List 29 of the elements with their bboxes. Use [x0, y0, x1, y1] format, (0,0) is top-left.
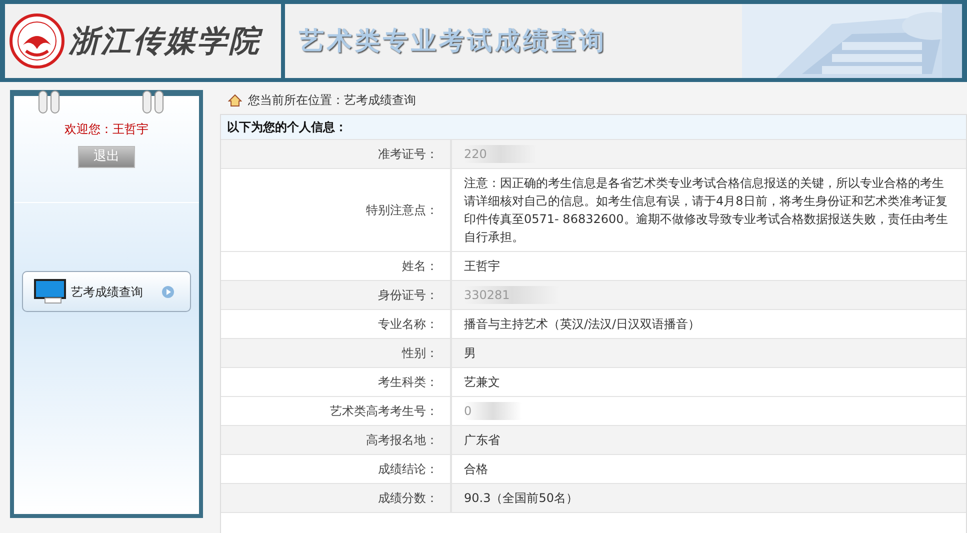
field-value: 艺兼文: [464, 374, 500, 391]
field-label: 姓名：: [402, 258, 438, 275]
field-label: 特别注意点：: [366, 202, 438, 219]
field-label: 成绩结论：: [378, 461, 438, 478]
field-value: 注意：因正确的考生信息是各省艺术类专业考试合格信息报送的关键，所以专业合格的考生请详细核对自己的信息。如考生信息有误，请于4月8日前，将考生身份证和艺术类准考证复印件传真至0571- 86832600。逾期不做修改导致专业考试合格数据报送失败，责任由考生自行承担。: [464, 175, 949, 246]
field-label: 高考报名地：: [366, 432, 438, 449]
field-value: 合格: [464, 461, 488, 478]
school-name: 浙江传媒学院: [69, 22, 261, 60]
page-title: 艺术类专业考试成绩查询: [299, 25, 607, 58]
welcome-text: 欢迎您：王哲宇: [64, 121, 148, 138]
field-value: 男: [464, 345, 476, 362]
field-label: 性别：: [402, 345, 438, 362]
field-value: 广东省: [464, 432, 500, 449]
field-value: 播音与主持艺术（英汉/法汉/日汉双语播音）: [464, 316, 700, 333]
section-heading: 以下为您的个人信息：: [221, 115, 966, 139]
breadcrumb: 您当前所在位置：艺考成绩查询: [248, 92, 416, 109]
field-label: 专业名称：: [378, 316, 438, 333]
field-label: 成绩分数：: [378, 490, 438, 507]
school-logo-icon: [9, 13, 65, 69]
field-value: 0: [464, 402, 522, 420]
field-label: 艺术类高考考生号：: [330, 403, 438, 420]
field-label: 身份证号：: [378, 287, 438, 304]
menu-item[interactable]: 艺考成绩查询: [22, 271, 191, 312]
field-value: 90.3（全国前50名）: [464, 490, 578, 507]
home-icon: [228, 94, 242, 106]
field-label: 考生科类：: [378, 374, 438, 391]
field-label: 准考证号：: [378, 146, 438, 163]
field-value: 王哲宇: [464, 258, 500, 275]
monitor-icon: [33, 278, 69, 306]
